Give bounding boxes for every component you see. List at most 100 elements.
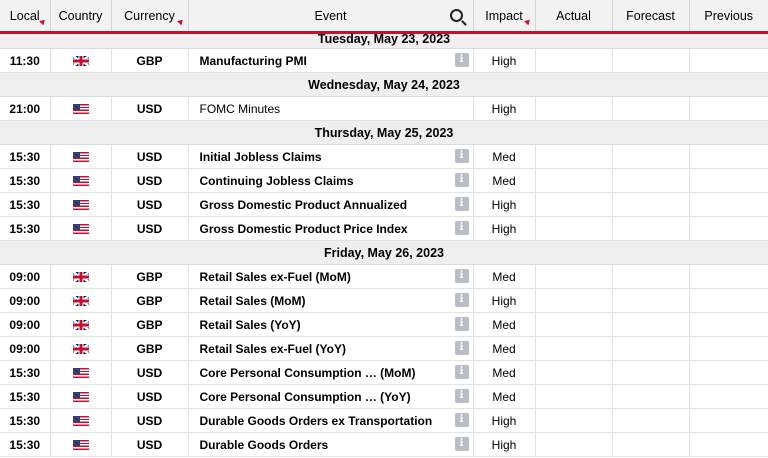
info-icon[interactable]: i [454, 413, 469, 427]
event-name[interactable]: Durable Goods Orders ex Transportation [200, 414, 433, 428]
event-name[interactable]: Manufacturing PMI [200, 54, 307, 68]
column-header-currency[interactable]: Currency [111, 0, 189, 34]
column-header-impact[interactable]: Impact [473, 0, 536, 34]
event-row[interactable]: 15:30 USD Initial Jobless Claims i Med [0, 144, 768, 169]
event-row[interactable]: 15:30 USD Gross Domestic Product Price Ind… [0, 216, 768, 241]
event-time: 15:30 [0, 168, 51, 193]
us-flag-icon [72, 416, 89, 427]
event-name[interactable]: Initial Jobless Claims [200, 150, 322, 164]
event-name-cell[interactable]: Core Personal Consumption … (MoM) i [188, 360, 474, 385]
event-country [50, 288, 112, 313]
economic-calendar-table: Local Country Currency Event Impact Actu… [0, 0, 768, 457]
event-row[interactable]: 15:30 USD Durable Goods Orders ex Transpor… [0, 408, 768, 433]
info-icon[interactable]: i [454, 269, 469, 283]
event-time: 09:00 [0, 264, 51, 289]
event-country [50, 432, 112, 457]
event-name[interactable]: Retail Sales (MoM) [200, 294, 306, 308]
event-previous [689, 144, 768, 169]
event-name-cell[interactable]: Gross Domestic Product Price Index i [188, 216, 474, 241]
event-row[interactable]: 21:00 USD FOMC Minutes High [0, 96, 768, 121]
event-name[interactable]: Durable Goods Orders [200, 438, 329, 452]
column-header-local[interactable]: Local [0, 0, 51, 34]
event-name-cell[interactable]: Gross Domestic Product Annualized i [188, 192, 474, 217]
event-row[interactable]: 15:30 USD Durable Goods Orders i High [0, 432, 768, 457]
column-header-impact-label: Impact [485, 8, 523, 23]
event-name-cell[interactable]: Retail Sales ex-Fuel (MoM) i [188, 264, 474, 289]
info-icon[interactable]: i [454, 221, 469, 235]
gb-flag-icon [72, 272, 89, 283]
info-icon[interactable]: i [454, 341, 469, 355]
event-name-cell[interactable]: Retail Sales (YoY) i [188, 312, 474, 337]
info-icon[interactable]: i [454, 317, 469, 331]
column-header-country-label: Country [58, 8, 103, 23]
event-name[interactable]: Core Personal Consumption … (MoM) [200, 366, 416, 380]
event-time: 15:30 [0, 216, 51, 241]
event-name-cell[interactable]: Durable Goods Orders i [188, 432, 474, 457]
event-row[interactable]: 09:00 GBP Retail Sales (MoM) i High [0, 288, 768, 313]
event-impact: High [473, 96, 536, 121]
sort-arrow-icon[interactable] [523, 17, 532, 26]
event-previous [689, 288, 768, 313]
event-time: 09:00 [0, 336, 51, 361]
event-name-cell[interactable]: Manufacturing PMI i [188, 48, 474, 73]
info-icon[interactable]: i [454, 53, 469, 67]
event-name[interactable]: Retail Sales ex-Fuel (MoM) [200, 270, 351, 284]
date-header-row: Wednesday, May 24, 2023 [0, 72, 768, 97]
event-row[interactable]: 15:30 USD Core Personal Consumption … (MoM… [0, 360, 768, 385]
us-flag-icon [72, 176, 89, 187]
event-name-cell[interactable]: Continuing Jobless Claims i [188, 168, 474, 193]
event-name[interactable]: Retail Sales (YoY) [200, 318, 301, 332]
event-row[interactable]: 15:30 USD Continuing Jobless Claims i Med [0, 168, 768, 193]
event-time: 15:30 [0, 384, 51, 409]
info-icon[interactable]: i [454, 437, 469, 451]
event-forecast [612, 168, 690, 193]
event-name-cell[interactable]: Durable Goods Orders ex Transportation i [188, 408, 474, 433]
event-row[interactable]: 09:00 GBP Retail Sales ex-Fuel (MoM) i Med [0, 264, 768, 289]
event-forecast [612, 96, 690, 121]
event-row[interactable]: 09:00 GBP Retail Sales (YoY) i Med [0, 312, 768, 337]
info-icon[interactable]: i [454, 173, 469, 187]
info-icon[interactable]: i [454, 149, 469, 163]
event-row[interactable]: 11:30 GBP Manufacturing PMI i High [0, 48, 768, 73]
event-name-cell[interactable]: Retail Sales (MoM) i [188, 288, 474, 313]
column-header-local-label: Local [9, 8, 40, 23]
event-country [50, 360, 112, 385]
sort-arrow-icon[interactable] [176, 17, 185, 26]
event-name-cell[interactable]: Core Personal Consumption … (YoY) i [188, 384, 474, 409]
event-name[interactable]: Gross Domestic Product Price Index [200, 222, 408, 236]
info-icon[interactable]: i [454, 389, 469, 403]
search-icon[interactable] [449, 9, 463, 22]
column-header-event[interactable]: Event [188, 0, 474, 34]
event-currency: GBP [111, 264, 189, 289]
us-flag-icon [72, 368, 89, 379]
event-country [50, 384, 112, 409]
event-country [50, 96, 112, 121]
event-time: 11:30 [0, 48, 51, 73]
event-row[interactable]: 15:30 USD Core Personal Consumption … (YoY… [0, 384, 768, 409]
event-name-cell[interactable]: Initial Jobless Claims i [188, 144, 474, 169]
event-forecast [612, 144, 690, 169]
event-row[interactable]: 15:30 USD Gross Domestic Product Annualize… [0, 192, 768, 217]
event-name[interactable]: Continuing Jobless Claims [200, 174, 354, 188]
event-name[interactable]: Gross Domestic Product Annualized [200, 198, 408, 212]
event-impact: High [473, 288, 536, 313]
event-currency: GBP [111, 312, 189, 337]
event-name[interactable]: FOMC Minutes [200, 102, 281, 116]
event-name[interactable]: Retail Sales ex-Fuel (YoY) [200, 342, 347, 356]
event-currency: GBP [111, 288, 189, 313]
info-icon[interactable]: i [454, 365, 469, 379]
sort-arrow-icon[interactable] [38, 17, 47, 26]
event-name[interactable]: Core Personal Consumption … (YoY) [200, 390, 411, 404]
event-previous [689, 264, 768, 289]
column-header-country[interactable]: Country [50, 0, 112, 34]
event-row[interactable]: 09:00 GBP Retail Sales ex-Fuel (YoY) i Med [0, 336, 768, 361]
event-name-cell[interactable]: Retail Sales ex-Fuel (YoY) i [188, 336, 474, 361]
info-icon[interactable]: i [454, 197, 469, 211]
event-currency: USD [111, 384, 189, 409]
event-country [50, 168, 112, 193]
event-country [50, 144, 112, 169]
info-icon[interactable]: i [454, 293, 469, 307]
event-forecast [612, 48, 690, 73]
event-impact: Med [473, 144, 536, 169]
event-name-cell[interactable]: FOMC Minutes [188, 96, 474, 121]
